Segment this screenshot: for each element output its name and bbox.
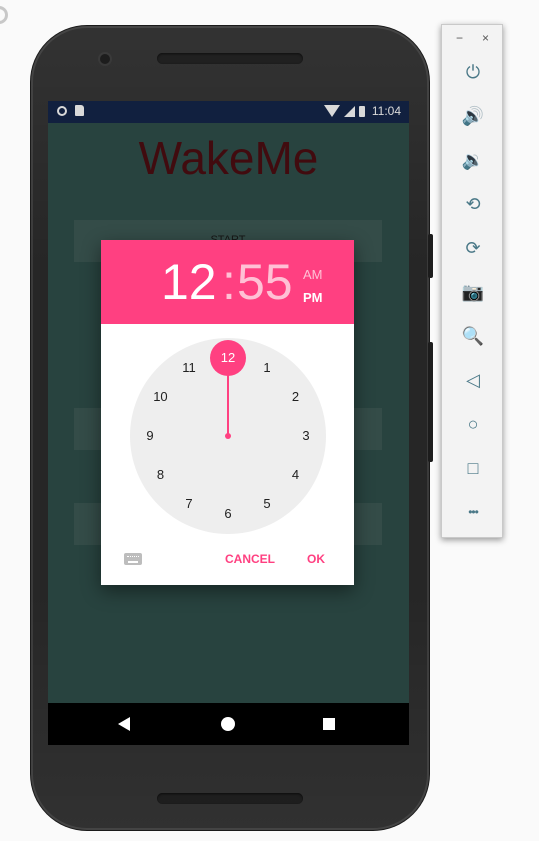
time-picker-header: 12 : 55 AM PM <box>101 240 354 324</box>
zoom-icon[interactable]: 🔍 <box>462 325 484 347</box>
dial-number-4[interactable]: 4 <box>284 467 308 483</box>
dial-number-10[interactable]: 10 <box>148 389 172 405</box>
minute-display[interactable]: 55 <box>237 257 293 307</box>
volume-side-button[interactable] <box>428 342 433 462</box>
front-camera <box>100 54 110 64</box>
clock-dial[interactable]: 12 1 2 3 4 5 6 7 8 9 10 11 <box>130 338 326 534</box>
rotate-left-icon[interactable]: ⟲ <box>462 193 484 215</box>
home-icon[interactable]: ○ <box>462 413 484 435</box>
nav-recents-icon[interactable] <box>323 718 335 730</box>
dial-number-11[interactable]: 11 <box>177 360 201 376</box>
close-button[interactable]: × <box>482 31 489 45</box>
camera-icon[interactable]: 📷 <box>462 281 484 303</box>
hour-display[interactable]: 12 <box>161 257 217 307</box>
volume-down-icon[interactable]: 🔉 <box>462 149 484 171</box>
dial-number-5[interactable]: 5 <box>255 496 279 512</box>
dial-number-7[interactable]: 7 <box>177 496 201 512</box>
minimize-button[interactable]: − <box>456 31 463 45</box>
more-icon[interactable]: ••• <box>462 501 484 523</box>
keyboard-icon[interactable] <box>124 553 142 565</box>
dial-number-9[interactable]: 9 <box>138 428 162 444</box>
bottom-speaker <box>157 793 303 804</box>
am-toggle[interactable]: AM <box>303 267 323 282</box>
back-icon[interactable]: ◁ <box>462 369 484 391</box>
volume-up-icon[interactable]: 🔊 <box>462 105 484 127</box>
dial-number-1[interactable]: 1 <box>255 360 279 376</box>
power-icon[interactable]: ⏻ <box>462 61 484 83</box>
time-picker-dialog: 12 : 55 AM PM 12 1 2 3 4 5 6 7 8 9 10 11 CANCEL OK <box>101 240 354 585</box>
dial-number-8[interactable]: 8 <box>148 467 172 483</box>
overview-icon[interactable]: □ <box>462 457 484 479</box>
nav-back-icon[interactable] <box>118 717 130 731</box>
cancel-button[interactable]: CANCEL <box>225 552 275 566</box>
dial-number-2[interactable]: 2 <box>284 389 308 405</box>
clock-center-dot <box>225 433 231 439</box>
clock-hand <box>227 368 229 436</box>
time-separator: : <box>222 254 236 310</box>
dial-number-3[interactable]: 3 <box>294 428 318 444</box>
emulator-toolbar: − × ⏻ 🔊 🔉 ⟲ ⟳ 📷 🔍 ◁ ○ □ ••• <box>441 24 503 538</box>
selected-hour-label: 12 <box>220 350 236 365</box>
pm-toggle[interactable]: PM <box>303 290 323 305</box>
dial-number-6[interactable]: 6 <box>216 506 240 522</box>
power-side-button[interactable] <box>428 234 433 278</box>
top-speaker <box>157 53 303 64</box>
navigation-bar <box>48 703 409 745</box>
rotate-right-icon[interactable]: ⟳ <box>462 237 484 259</box>
ok-button[interactable]: OK <box>307 552 325 566</box>
nav-home-icon[interactable] <box>221 717 235 731</box>
loading-spinner-icon <box>0 6 8 24</box>
